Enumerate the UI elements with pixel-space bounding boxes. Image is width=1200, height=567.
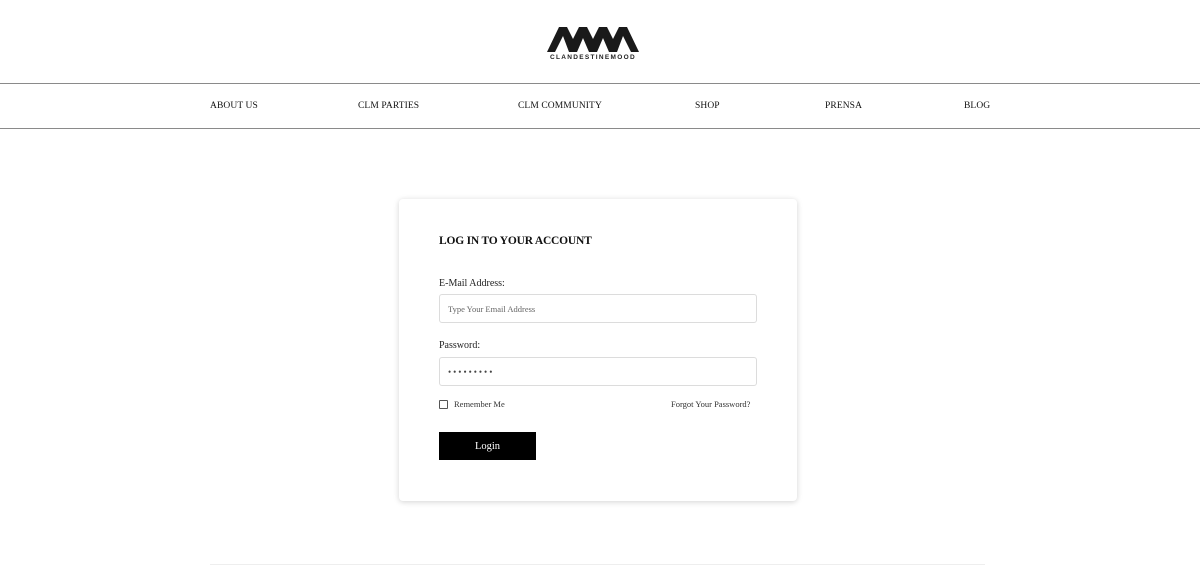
nav-item-clm-parties[interactable]: CLM PARTIES bbox=[358, 101, 419, 111]
nav-item-shop[interactable]: SHOP bbox=[695, 101, 720, 111]
nav-item-blog[interactable]: BLOG bbox=[964, 101, 990, 111]
login-title: LOG IN TO YOUR ACCOUNT bbox=[439, 235, 592, 247]
footer-divider bbox=[210, 564, 985, 565]
remember-label: Remember Me bbox=[454, 399, 505, 409]
password-value: ••••••••• bbox=[448, 366, 495, 377]
email-label: E-Mail Address: bbox=[439, 278, 505, 289]
site-header: CLANDESTINEMOOD bbox=[0, 0, 1200, 84]
brand-logo[interactable]: CLANDESTINEMOOD bbox=[546, 25, 640, 61]
forgot-password-link[interactable]: Forgot Your Password? bbox=[671, 399, 750, 409]
nav-item-about-us[interactable]: ABOUT US bbox=[210, 101, 258, 111]
nav-item-clm-community[interactable]: CLM COMMUNITY bbox=[518, 101, 602, 111]
main-nav: ABOUT US CLM PARTIES CLM COMMUNITY SHOP … bbox=[0, 84, 1200, 129]
login-button[interactable]: Login bbox=[439, 432, 536, 460]
remember-checkbox[interactable] bbox=[439, 399, 448, 409]
nav-item-prensa[interactable]: PRENSA bbox=[825, 101, 862, 111]
login-card: LOG IN TO YOUR ACCOUNT E-Mail Address: P… bbox=[399, 199, 797, 501]
email-field[interactable] bbox=[439, 294, 757, 323]
logo-mark-icon bbox=[547, 27, 639, 52]
password-label: Password: bbox=[439, 340, 481, 351]
password-field[interactable]: ••••••••• bbox=[439, 357, 757, 386]
remember-me[interactable]: Remember Me bbox=[439, 399, 505, 409]
brand-name: CLANDESTINEMOOD bbox=[550, 54, 636, 61]
